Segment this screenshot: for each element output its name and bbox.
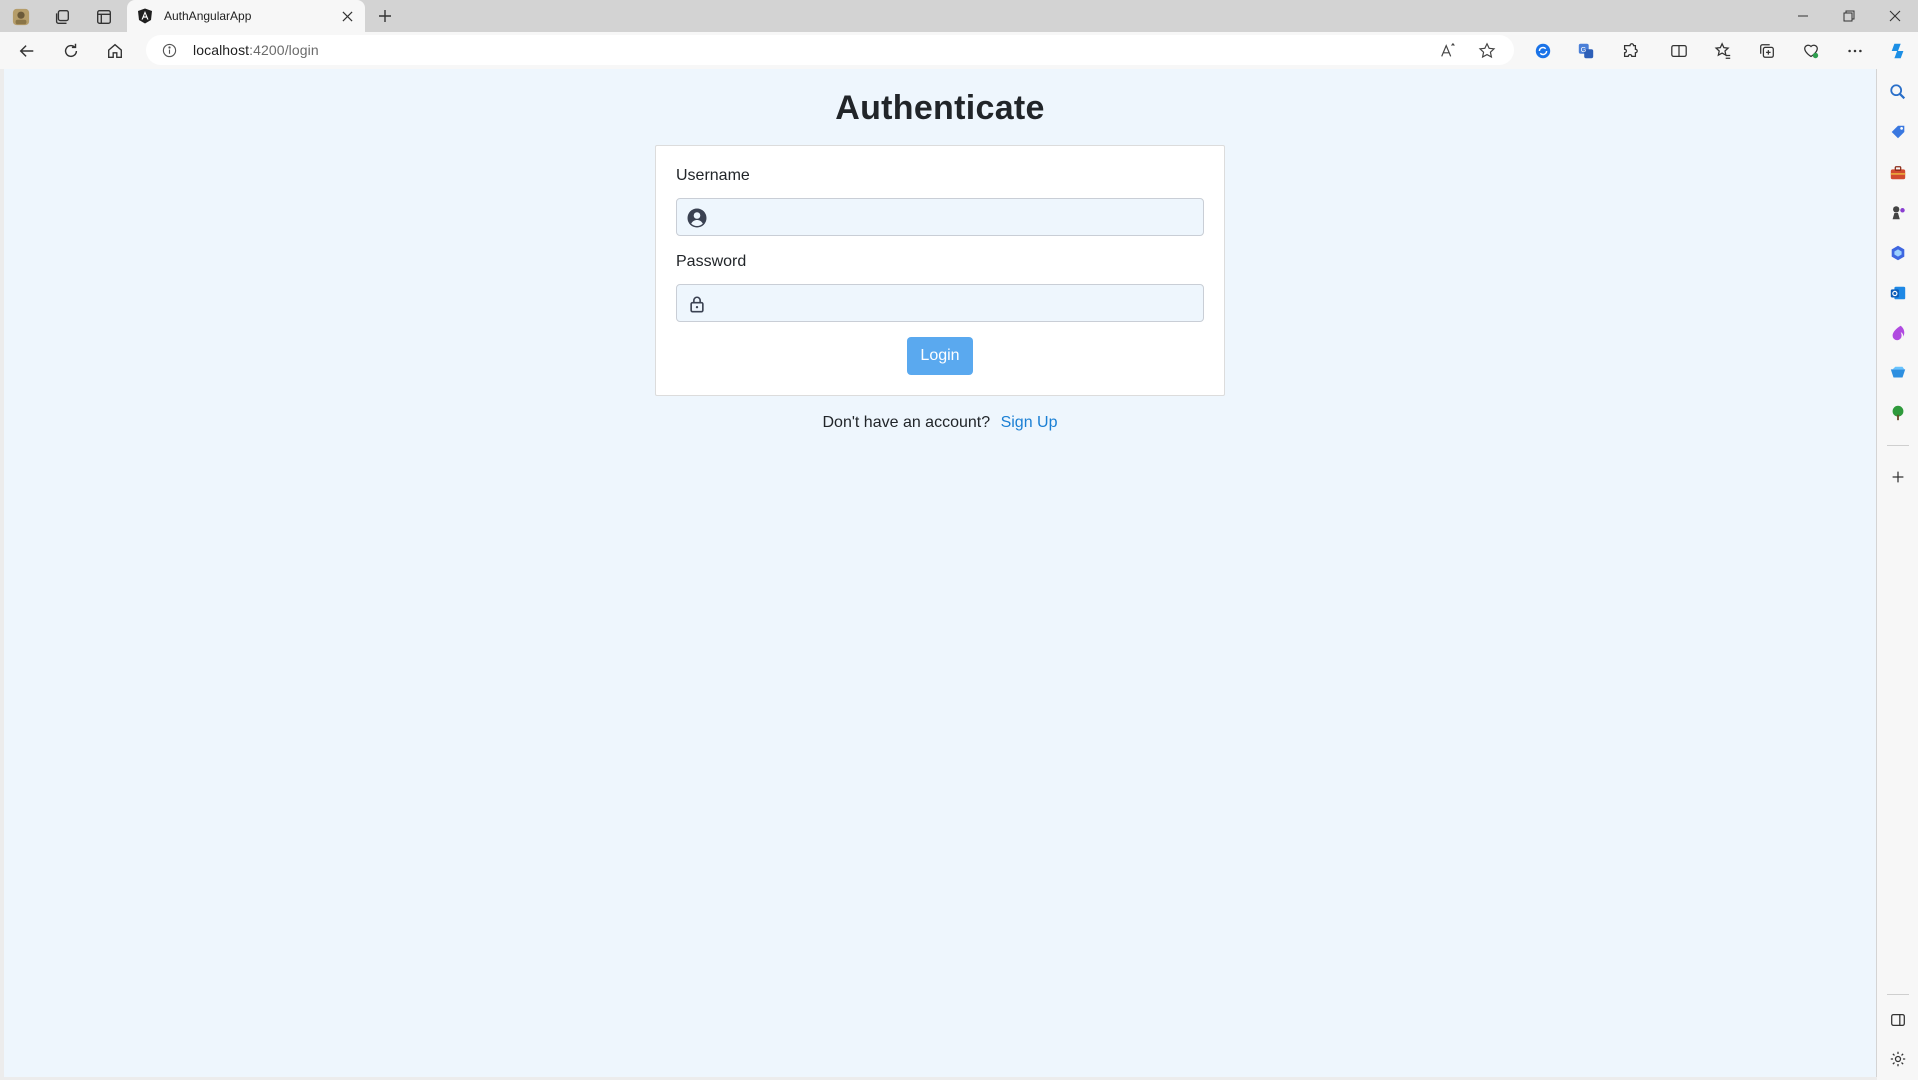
favorite-star-icon[interactable] <box>1477 41 1497 61</box>
drop-icon[interactable] <box>1885 320 1911 346</box>
login-button[interactable]: Login <box>907 337 973 375</box>
login-card: Username Password Login <box>655 145 1225 396</box>
favorites-icon[interactable] <box>1709 37 1737 65</box>
url-text[interactable]: localhost:4200/login <box>193 42 319 58</box>
refresh-icon[interactable] <box>57 37 85 65</box>
shopping-tag-icon[interactable] <box>1885 119 1911 145</box>
svg-text:G: G <box>1581 45 1587 54</box>
more-menu-icon[interactable] <box>1841 37 1869 65</box>
workspaces-icon[interactable] <box>49 4 75 30</box>
settings-icon[interactable] <box>1885 1046 1911 1072</box>
search-icon[interactable] <box>1885 79 1911 105</box>
home-icon[interactable] <box>101 37 129 65</box>
extension-icon[interactable] <box>1529 37 1557 65</box>
new-tab-icon[interactable] <box>372 3 398 29</box>
password-label: Password <box>676 253 747 270</box>
tab-strip: AuthAngularApp <box>0 0 1918 32</box>
m365-icon[interactable] <box>1885 240 1911 266</box>
games-icon[interactable] <box>1885 200 1911 226</box>
restore-icon[interactable] <box>1826 0 1872 32</box>
username-input-group[interactable] <box>676 198 1204 236</box>
page-viewport: Authenticate Username Password Login Don… <box>4 69 1877 1077</box>
extensions-puzzle-icon[interactable] <box>1616 37 1644 65</box>
back-icon[interactable] <box>13 37 41 65</box>
edge-sidebar <box>1877 69 1918 1080</box>
tree-icon[interactable] <box>1885 400 1911 426</box>
username-input[interactable] <box>717 199 1203 235</box>
browser-essentials-icon[interactable] <box>1797 37 1825 65</box>
collections-icon[interactable] <box>1753 37 1781 65</box>
site-info-icon[interactable] <box>160 41 178 59</box>
tab-title: AuthAngularApp <box>164 9 252 23</box>
password-input[interactable] <box>717 285 1203 321</box>
signup-row: Don't have an account? Sign Up <box>4 414 1876 432</box>
read-aloud-icon[interactable] <box>1438 41 1458 61</box>
username-label: Username <box>676 167 750 184</box>
url-host: localhost <box>193 42 250 58</box>
outlook-icon[interactable] <box>1885 280 1911 306</box>
signup-link[interactable]: Sign Up <box>1001 414 1058 431</box>
tools-briefcase-icon[interactable] <box>1885 160 1911 186</box>
profile-avatar-icon[interactable] <box>8 4 34 30</box>
active-tab[interactable]: AuthAngularApp <box>127 0 365 32</box>
password-input-group[interactable] <box>676 284 1204 322</box>
copilot-icon[interactable] <box>1884 37 1912 65</box>
close-tab-icon[interactable] <box>337 6 357 26</box>
sidebar-divider-bottom <box>1887 994 1909 995</box>
sidebar-divider <box>1887 445 1909 446</box>
send-icon[interactable] <box>1885 360 1911 386</box>
translate-icon[interactable]: G <box>1572 37 1600 65</box>
browser-toolbar: localhost:4200/login G <box>0 32 1918 69</box>
address-bar[interactable]: localhost:4200/login <box>146 35 1514 65</box>
signup-prompt: Don't have an account? <box>822 414 991 431</box>
page-title: Authenticate <box>835 89 1045 127</box>
close-window-icon[interactable] <box>1872 0 1918 32</box>
sidebar-toggle-icon[interactable] <box>1885 1007 1911 1033</box>
tab-actions-icon[interactable] <box>91 4 117 30</box>
split-screen-icon[interactable] <box>1665 37 1693 65</box>
user-circle-icon <box>687 208 707 228</box>
url-path: :4200/login <box>249 42 319 58</box>
minimize-icon[interactable] <box>1780 0 1826 32</box>
angular-logo-icon <box>137 8 153 24</box>
lock-icon <box>687 294 707 314</box>
add-icon[interactable] <box>1885 464 1911 490</box>
